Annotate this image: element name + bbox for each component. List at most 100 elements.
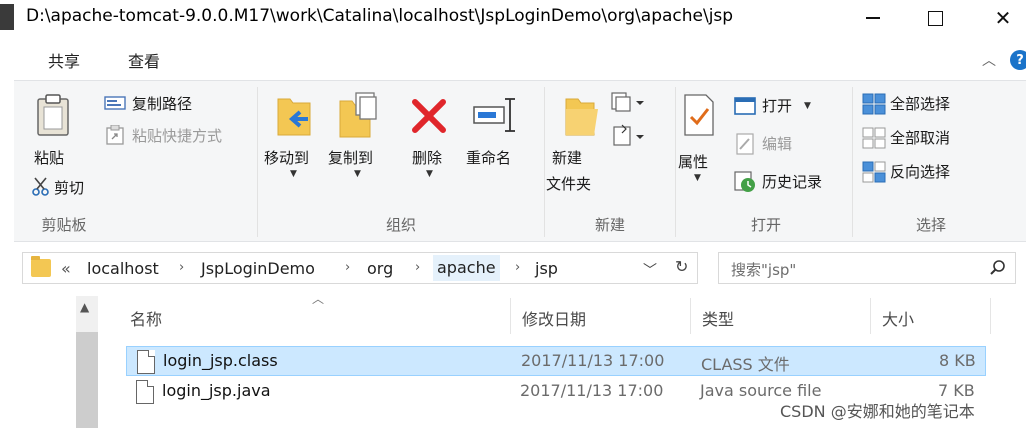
file-size: 8 KB (939, 351, 976, 370)
ribbon-divider (257, 87, 258, 237)
column-header-name[interactable]: 名称 (120, 298, 510, 336)
properties-icon[interactable] (682, 93, 716, 137)
column-header-type[interactable]: 类型 (692, 298, 870, 336)
file-icon (137, 350, 155, 374)
column-header-date-label: 修改日期 (522, 310, 587, 329)
organize-group: 移动到 ▼ 复制到 ▼ 删除 ▼ 重命名 组织 (260, 81, 542, 241)
close-button[interactable]: ✕ (980, 0, 1026, 36)
ribbon-tabs: 共享 查看 ︿ ? (0, 38, 1026, 80)
help-icon[interactable]: ? (1010, 50, 1026, 70)
new-folder-button-line2: 文件夹 (546, 175, 592, 193)
new-group: 新建 文件夹 新建 (546, 81, 674, 241)
move-to-dropdown-icon[interactable]: ▼ (290, 169, 297, 179)
minimize-icon (866, 17, 880, 19)
refresh-icon[interactable]: ↻ (675, 257, 688, 276)
tab-view[interactable]: 查看 (128, 48, 160, 72)
copy-to-icon[interactable] (338, 91, 378, 139)
edit-icon (736, 133, 754, 155)
select-none-icon (862, 127, 886, 149)
clipboard-group: 粘贴 剪切 复制路径 粘贴快捷方式 剪贴板 (14, 81, 254, 241)
history-icon (734, 171, 755, 192)
copy-to-button[interactable]: 复制到 (328, 147, 373, 168)
open-button[interactable]: 打开 (762, 95, 792, 116)
breadcrumb-overflow[interactable]: « (61, 259, 71, 278)
paste-shortcut-button[interactable]: 粘贴快捷方式 (132, 125, 222, 146)
search-icon[interactable] (989, 259, 1007, 277)
search-box[interactable]: 搜索"jsp" (718, 252, 1016, 284)
select-group: 全部选择 全部取消 反向选择 选择 (856, 81, 1006, 241)
address-bar[interactable]: « localhost › JspLoginDemo › org › apach… (22, 252, 698, 284)
paste-shortcut-icon (106, 125, 124, 145)
column-header-date[interactable]: 修改日期 (512, 298, 690, 336)
column-divider[interactable] (690, 298, 691, 334)
file-date: 2017/11/13 17:00 (520, 381, 664, 400)
breadcrumb-jsplogindemo[interactable]: JspLoginDemo (201, 259, 315, 278)
breadcrumb-localhost[interactable]: localhost (87, 259, 159, 278)
cut-button[interactable]: 剪切 (54, 177, 84, 198)
breadcrumb-chevron-icon[interactable]: › (515, 260, 520, 275)
ribbon-divider (852, 87, 853, 237)
column-divider[interactable] (990, 298, 991, 334)
rename-icon[interactable] (472, 95, 518, 135)
file-type: CLASS 文件 (701, 355, 790, 374)
delete-x-icon[interactable] (410, 97, 448, 135)
breadcrumb-org[interactable]: org (367, 259, 393, 278)
history-button[interactable]: 历史记录 (762, 171, 822, 192)
scrollbar-thumb[interactable] (76, 332, 98, 428)
new-folder-button[interactable]: 新建 (552, 147, 582, 168)
file-icon (136, 380, 154, 404)
tab-share[interactable]: 共享 (48, 48, 80, 72)
ribbon-divider (675, 87, 676, 237)
invert-selection-button[interactable]: 反向选择 (890, 161, 950, 182)
edit-button[interactable]: 编辑 (762, 133, 792, 154)
breadcrumb-chevron-icon[interactable]: › (345, 260, 350, 275)
new-item-icon[interactable] (610, 91, 644, 113)
watermark: CSDN @安娜和她的笔记本 (780, 402, 975, 421)
open-dropdown-icon[interactable]: ▼ (804, 101, 811, 111)
column-divider[interactable] (510, 298, 511, 334)
move-to-icon[interactable] (274, 93, 314, 139)
select-none-button[interactable]: 全部取消 (890, 127, 950, 148)
copy-to-dropdown-icon[interactable]: ▼ (354, 169, 361, 179)
move-to-button[interactable]: 移动到 (264, 147, 309, 168)
copy-path-button[interactable]: 复制路径 (132, 93, 192, 114)
navigation-pane-scrollbar[interactable]: ▲ (76, 296, 98, 428)
minimize-button[interactable] (850, 0, 896, 36)
file-name: login_jsp.java (162, 381, 271, 400)
folder-icon (31, 256, 51, 277)
scroll-up-icon[interactable]: ▲ (80, 300, 89, 314)
maximize-button[interactable] (912, 0, 958, 36)
breadcrumb-jsp[interactable]: jsp (535, 259, 558, 278)
file-row[interactable]: login_jsp.class 2017/11/13 17:00 CLASS 文… (126, 346, 986, 376)
window-title: D:\apache-tomcat-9.0.0.M17\work\Catalina… (26, 6, 734, 26)
properties-button[interactable]: 属性 (678, 151, 708, 172)
column-header-type-label: 类型 (702, 310, 735, 329)
breadcrumb-chevron-icon[interactable]: › (415, 260, 420, 275)
invert-selection-icon (862, 161, 886, 183)
column-header-name-label: 名称 (130, 310, 163, 329)
column-divider[interactable] (870, 298, 871, 334)
new-group-label: 新建 (594, 216, 625, 234)
search-input[interactable]: 搜索"jsp" (731, 259, 796, 280)
breadcrumb-apache[interactable]: apache (433, 255, 500, 281)
explorer-window-icon (0, 4, 14, 30)
clipboard-icon[interactable] (36, 93, 70, 137)
easy-access-icon[interactable] (612, 123, 646, 147)
chevron-down-icon[interactable]: ﹀ (643, 260, 657, 280)
delete-button[interactable]: 删除 (412, 147, 442, 168)
rename-button[interactable]: 重命名 (466, 147, 511, 168)
collapse-ribbon-chevron-icon[interactable]: ︿ (982, 50, 996, 70)
file-name: login_jsp.class (163, 351, 278, 370)
title-bar: D:\apache-tomcat-9.0.0.M17\work\Catalina… (0, 0, 1026, 38)
scissors-icon (32, 177, 49, 196)
paste-button[interactable]: 粘贴 (34, 147, 64, 168)
new-folder-icon[interactable] (562, 95, 602, 137)
properties-dropdown-icon[interactable]: ▼ (694, 173, 701, 183)
breadcrumb-chevron-icon[interactable]: › (179, 260, 184, 275)
delete-dropdown-icon[interactable]: ▼ (426, 169, 433, 179)
column-header-size[interactable]: 大小 (872, 298, 990, 336)
file-date: 2017/11/13 17:00 (521, 351, 665, 370)
select-all-button[interactable]: 全部选择 (890, 93, 950, 114)
close-icon: ✕ (994, 6, 1012, 30)
open-group: 属性 ▼ 打开 ▼ 编辑 历史记录 打开 (678, 81, 854, 241)
